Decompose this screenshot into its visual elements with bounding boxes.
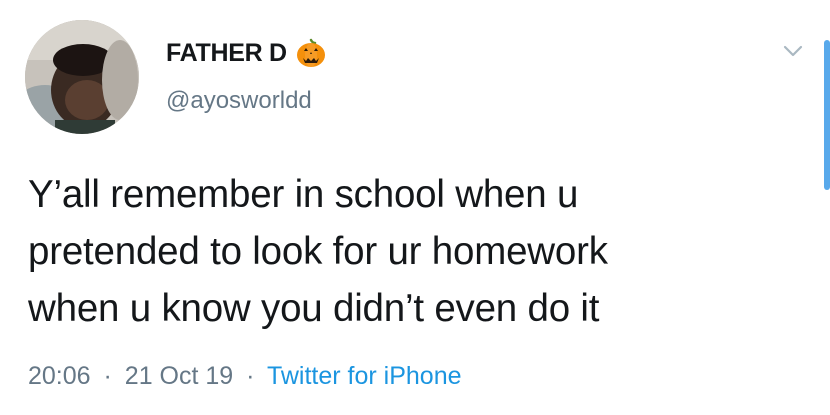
display-name-text: FATHER D xyxy=(166,38,287,67)
jack-o-lantern-icon xyxy=(295,37,327,69)
tweet-date[interactable]: 21 Oct 19 xyxy=(125,362,233,390)
chevron-down-icon[interactable] xyxy=(782,42,804,60)
tweet-time[interactable]: 20:06 xyxy=(28,362,91,390)
meta-separator: · xyxy=(103,362,112,390)
tweet-text: Y’all remember in school when u pretende… xyxy=(28,166,788,337)
tweet-text-line: pretended to look for ur homework xyxy=(28,230,608,273)
scrollbar[interactable] xyxy=(824,40,830,190)
meta-separator: · xyxy=(246,362,255,390)
tweet-text-line: when u know you didn’t even do it xyxy=(28,287,600,330)
user-handle[interactable]: @ayosworldd xyxy=(166,87,312,115)
tweet-card: FATHER D @ayosworldd Y’all remember in s… xyxy=(0,0,830,415)
tweet-source-link[interactable]: Twitter for iPhone xyxy=(267,362,462,390)
avatar-image xyxy=(25,20,139,134)
avatar[interactable] xyxy=(25,20,139,134)
tweet-text-line: Y’all remember in school when u xyxy=(28,173,579,216)
tweet-metadata: 20:06 · 21 Oct 19 · Twitter for iPhone xyxy=(28,362,462,391)
display-name[interactable]: FATHER D xyxy=(166,38,327,68)
